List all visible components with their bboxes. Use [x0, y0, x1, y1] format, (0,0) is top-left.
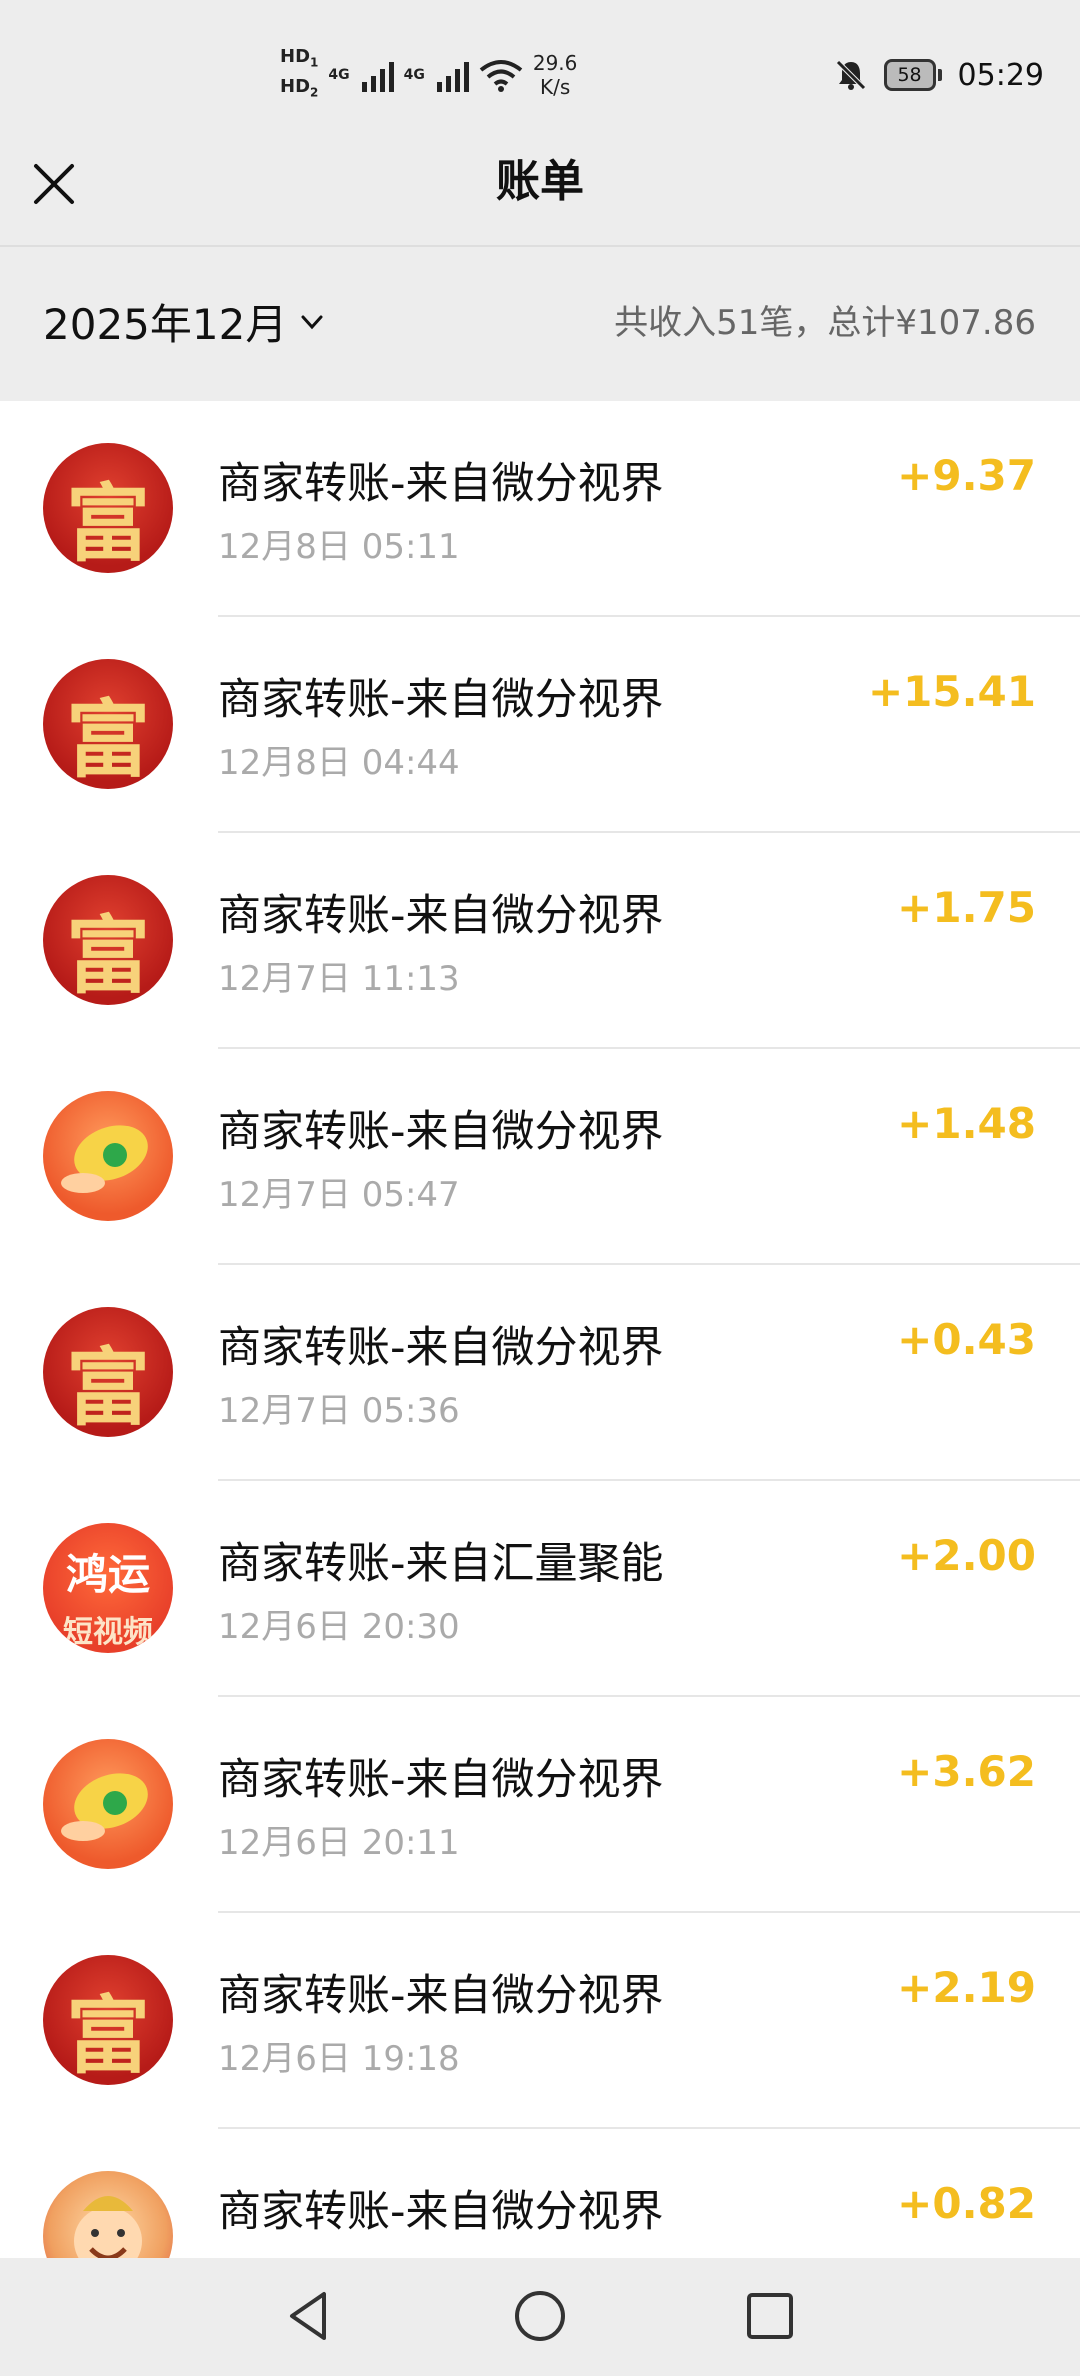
- transaction-list[interactable]: 富 商家转账-来自微分视界 12月8日 05:11 +9.37 富 商家转账-来…: [0, 401, 1080, 2258]
- transaction-title: 商家转账-来自微分视界: [218, 1971, 664, 2021]
- page-title: 账单: [496, 156, 584, 207]
- gold-nugget-avatar: [43, 1739, 173, 1869]
- transaction-time: 12月7日 05:36: [218, 1391, 460, 1431]
- status-left: HD1 HD2 4G 4G 29.6 K/s: [280, 45, 577, 105]
- transaction-amount: +0.82: [897, 2179, 1036, 2228]
- signal-icon-2: [436, 58, 469, 92]
- transaction-amount: +3.62: [897, 1747, 1036, 1796]
- month-selector[interactable]: 2025年12月: [43, 291, 327, 352]
- transaction-time: 12月7日 11:13: [218, 959, 460, 999]
- transaction-title: 商家转账-来自微分视界: [218, 675, 664, 725]
- transaction-title: 商家转账-来自微分视界: [218, 459, 664, 509]
- transaction-title: 商家转账-来自微分视界: [218, 2187, 664, 2237]
- transaction-row[interactable]: 商家转账-来自微分视界 12月6日 20:11 +3.62: [0, 1697, 1080, 1913]
- system-nav-bar: [0, 2258, 1080, 2376]
- transaction-amount: +15.41: [867, 667, 1036, 716]
- fu-avatar: 富: [43, 1307, 173, 1437]
- transaction-time: 12月8日 04:44: [218, 743, 460, 783]
- back-icon[interactable]: [280, 2286, 340, 2346]
- battery-level: 58: [883, 59, 936, 91]
- fu-avatar: 富: [43, 875, 173, 1005]
- transaction-time: 12月6日 20:30: [218, 1607, 460, 1647]
- net-type-1: 4G: [328, 67, 350, 83]
- transaction-amount: +2.19: [897, 1963, 1036, 2012]
- home-icon[interactable]: [510, 2286, 570, 2346]
- income-total: 共收入51笔，总计¥107.86: [614, 303, 1036, 343]
- hd1-label: HD: [280, 46, 311, 68]
- hd2-label: HD: [280, 76, 311, 97]
- transaction-title: 商家转账-来自微分视界: [218, 1755, 664, 1805]
- transaction-title: 商家转账-来自微分视界: [218, 891, 664, 941]
- transaction-row[interactable]: 富 商家转账-来自微分视界 12月8日 05:11 +9.37: [0, 401, 1080, 617]
- hd-indicator: HD1 HD2: [280, 45, 318, 104]
- transaction-amount: +2.00: [897, 1531, 1036, 1580]
- net-speed: 29.6 K/s: [533, 51, 578, 99]
- hd1-sub: 1: [310, 56, 319, 70]
- transaction-row[interactable]: 商家转账-来自微分视界 12月7日 05:47 +1.48: [0, 1049, 1080, 1265]
- transaction-row[interactable]: 富 商家转账-来自微分视界 12月8日 04:44 +15.41: [0, 617, 1080, 833]
- transaction-time: 12月7日 05:47: [218, 1175, 460, 1215]
- clock: 05:29: [957, 57, 1044, 93]
- transaction-title: 商家转账-来自汇量聚能: [218, 1539, 664, 1589]
- net-speed-value: 29.6: [532, 51, 578, 75]
- transaction-time: 12月6日 19:18: [218, 2039, 460, 2079]
- transaction-time: 12月6日 20:11: [218, 1823, 460, 1863]
- recents-icon[interactable]: [740, 2286, 800, 2346]
- title-bar: 账单: [0, 150, 1080, 247]
- transaction-amount: +1.75: [897, 883, 1036, 932]
- hongyun-avatar: 鸿运 短视频: [43, 1523, 173, 1653]
- net-speed-unit: K/s: [539, 75, 571, 99]
- battery-icon: 58: [883, 59, 942, 91]
- transaction-row[interactable]: 富 商家转账-来自微分视界 12月7日 11:13 +1.75: [0, 833, 1080, 1049]
- transaction-amount: +9.37: [897, 451, 1036, 500]
- gold-nugget-avatar: [43, 1091, 173, 1221]
- fu-avatar: 富: [43, 659, 173, 789]
- month-label: 2025年12月: [43, 300, 288, 349]
- bell-muted-icon: [835, 60, 866, 90]
- signal-icon: [361, 58, 394, 92]
- transaction-time: 12月8日 05:11: [218, 527, 460, 567]
- net-type-2: 4G: [403, 67, 425, 83]
- transaction-row[interactable]: 富 商家转账-来自微分视界 12月7日 05:36 +0.43: [0, 1265, 1080, 1481]
- status-bar: HD1 HD2 4G 4G 29.6 K/s 58 05:29: [0, 0, 1080, 150]
- transaction-title: 商家转账-来自微分视界: [218, 1107, 664, 1157]
- transaction-row[interactable]: 商家转账-来自微分视界 +0.82: [0, 2129, 1080, 2258]
- transaction-row[interactable]: 富 商家转账-来自微分视界 12月6日 19:18 +2.19: [0, 1913, 1080, 2129]
- transaction-amount: +1.48: [897, 1099, 1036, 1148]
- wifi-icon: [479, 60, 523, 92]
- chevron-down-icon: [301, 315, 323, 329]
- hd2-sub: 2: [310, 85, 319, 100]
- god-of-wealth-avatar: [43, 2171, 173, 2258]
- status-right: 58 05:29: [834, 50, 1044, 100]
- bill-summary: 2025年12月 共收入51笔，总计¥107.86: [0, 247, 1080, 401]
- transaction-row[interactable]: 鸿运 短视频 商家转账-来自汇量聚能 12月6日 20:30 +2.00: [0, 1481, 1080, 1697]
- fu-avatar: 富: [43, 1955, 173, 2085]
- transaction-amount: +0.43: [897, 1315, 1036, 1364]
- fu-avatar: 富: [43, 443, 173, 573]
- transaction-title: 商家转账-来自微分视界: [218, 1323, 664, 1373]
